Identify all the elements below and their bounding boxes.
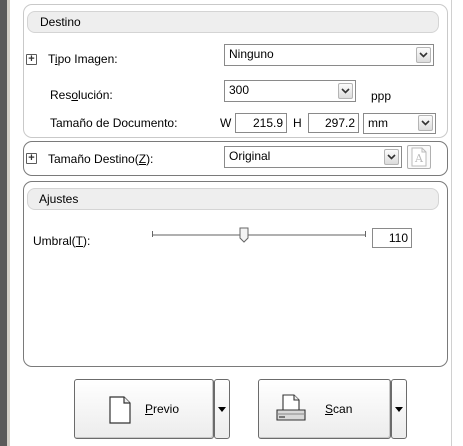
ajustes-header: Ajustes bbox=[27, 188, 439, 210]
resolucion-value: 300 bbox=[229, 83, 250, 97]
previo-menu-button[interactable] bbox=[214, 379, 230, 439]
umbral-slider-tick-right bbox=[365, 231, 366, 237]
expand-tamano-destino-icon[interactable]: + bbox=[26, 153, 37, 164]
resolucion-unit: ppp bbox=[371, 89, 392, 103]
previo-label: Previo bbox=[145, 402, 180, 416]
window-frame-edge bbox=[0, 0, 7, 446]
destino-header: Destino bbox=[27, 11, 439, 33]
triangle-down-icon bbox=[395, 406, 403, 412]
chevron-down-icon[interactable] bbox=[338, 83, 353, 99]
tipo-imagen-label: Tipo Imagen: bbox=[48, 52, 118, 66]
ajustes-title: Ajustes bbox=[39, 192, 79, 206]
page-orientation-icon: A bbox=[411, 147, 427, 167]
height-input[interactable]: 297.2 bbox=[308, 113, 359, 133]
tipo-imagen-select[interactable]: Ninguno bbox=[224, 44, 434, 66]
height-label: H bbox=[293, 116, 302, 130]
umbral-input[interactable]: 110 bbox=[372, 228, 412, 248]
scan-button[interactable]: Scan bbox=[258, 379, 391, 439]
scan-menu-button[interactable] bbox=[391, 379, 407, 439]
umbral-slider-tick-left bbox=[152, 231, 153, 237]
tamano-documento-label: Tamaño de Documento: bbox=[50, 116, 178, 130]
previo-button[interactable]: Previo bbox=[74, 379, 214, 439]
orientation-button[interactable]: A bbox=[407, 145, 431, 169]
expand-tipo-imagen-icon[interactable]: + bbox=[26, 54, 37, 65]
window-frame-edge-inner bbox=[7, 0, 10, 446]
page-icon bbox=[109, 396, 131, 424]
unit-value: mm bbox=[368, 116, 388, 130]
chevron-down-icon[interactable] bbox=[416, 47, 431, 63]
umbral-slider-track[interactable] bbox=[152, 234, 366, 237]
width-label: W bbox=[220, 116, 232, 130]
width-input[interactable]: 215.9 bbox=[235, 113, 287, 133]
chevron-down-icon[interactable] bbox=[418, 115, 433, 131]
tamano-destino-value: Original bbox=[229, 149, 271, 163]
resolucion-select[interactable]: 300 bbox=[224, 80, 356, 102]
scan-label: Scan bbox=[325, 402, 353, 416]
triangle-down-icon bbox=[218, 406, 226, 412]
destino-title: Destino bbox=[40, 15, 81, 29]
scanner-icon bbox=[276, 394, 306, 421]
svg-text:A: A bbox=[414, 152, 424, 165]
unit-select[interactable]: mm bbox=[363, 113, 436, 134]
chevron-down-icon[interactable] bbox=[384, 149, 399, 165]
tamano-destino-label: Tamaño Destino(Z): bbox=[48, 152, 154, 166]
scrollbar-area bbox=[451, 0, 463, 446]
umbral-slider-thumb[interactable] bbox=[239, 227, 249, 243]
resolucion-label: Resolución: bbox=[50, 88, 113, 102]
tipo-imagen-value: Ninguno bbox=[229, 47, 274, 61]
tamano-destino-select[interactable]: Original bbox=[224, 146, 402, 168]
umbral-label: Umbral(T): bbox=[33, 234, 91, 248]
